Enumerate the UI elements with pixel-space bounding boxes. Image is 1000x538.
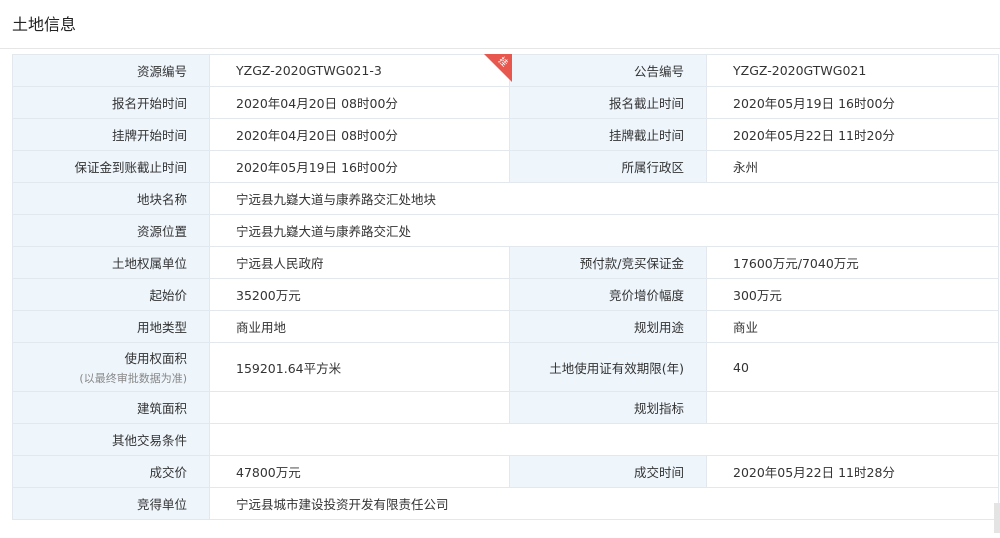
bid-increment-label: 竞价增价幅度 (509, 278, 707, 311)
table-row: 土地权属单位 宁远县人民政府 预付款/竞买保证金 17600万元/7040万元 (12, 246, 999, 279)
table-row: 其他交易条件 (12, 423, 999, 456)
table-row: 使用权面积 (以最终审批数据为准) 159201.64平方米 土地使用证有效期限… (12, 342, 999, 392)
table-row: 保证金到账截止时间 2020年05月19日 16时00分 所属行政区 永州 (12, 150, 999, 183)
land-info-table: 资源编号 YZGZ-2020GTWG021-3 公告编号 YZGZ-2020GT… (12, 54, 999, 520)
winner-value: 宁远县城市建设投资开发有限责任公司 (209, 487, 999, 520)
deal-time-label: 成交时间 (509, 455, 707, 488)
owner-unit-label: 土地权属单位 (12, 246, 210, 279)
table-row: 起始价 35200万元 竞价增价幅度 300万元 (12, 278, 999, 311)
page-title: 土地信息 (12, 15, 77, 34)
scrollbar-thumb[interactable] (994, 503, 1000, 533)
building-area-value (209, 391, 510, 424)
parcel-name-value: 宁远县九嶷大道与康养路交汇处地块 (209, 182, 999, 215)
signup-end-value: 2020年05月19日 16时00分 (706, 86, 999, 119)
resource-id-label: 资源编号 (12, 54, 210, 87)
start-price-label: 起始价 (12, 278, 210, 311)
table-row: 建筑面积 规划指标 (12, 391, 999, 424)
deposit-deadline-label: 保证金到账截止时间 (12, 150, 210, 183)
use-area-label: 使用权面积 (以最终审批数据为准) (12, 342, 210, 392)
planning-index-label: 规划指标 (509, 391, 707, 424)
signup-start-label: 报名开始时间 (12, 86, 210, 119)
deposit-deadline-value: 2020年05月19日 16时00分 (209, 150, 510, 183)
parcel-name-label: 地块名称 (12, 182, 210, 215)
district-label: 所属行政区 (509, 150, 707, 183)
deposit-amount-label: 预付款/竞买保证金 (509, 246, 707, 279)
building-area-label: 建筑面积 (12, 391, 210, 424)
owner-unit-value: 宁远县人民政府 (209, 246, 510, 279)
notice-id-value: YZGZ-2020GTWG021 (706, 54, 999, 87)
other-conditions-value (209, 423, 999, 456)
signup-end-label: 报名截止时间 (509, 86, 707, 119)
listing-corner-badge: 挂 (484, 54, 512, 82)
district-value: 永州 (706, 150, 999, 183)
deposit-amount-value: 17600万元/7040万元 (706, 246, 999, 279)
planned-use-value: 商业 (706, 310, 999, 343)
use-area-value: 159201.64平方米 (209, 342, 510, 392)
certificate-term-label: 土地使用证有效期限(年) (509, 342, 707, 392)
table-row: 资源位置 宁远县九嶷大道与康养路交汇处 (12, 214, 999, 247)
use-area-note: (以最终审批数据为准) (79, 372, 187, 385)
certificate-term-value: 40 (706, 342, 999, 392)
listing-start-label: 挂牌开始时间 (12, 118, 210, 151)
table-row: 地块名称 宁远县九嶷大道与康养路交汇处地块 (12, 182, 999, 215)
table-row: 报名开始时间 2020年04月20日 08时00分 报名截止时间 2020年05… (12, 86, 999, 119)
other-conditions-label: 其他交易条件 (12, 423, 210, 456)
signup-start-value: 2020年04月20日 08时00分 (209, 86, 510, 119)
planned-use-label: 规划用途 (509, 310, 707, 343)
deal-price-label: 成交价 (12, 455, 210, 488)
planning-index-value (706, 391, 999, 424)
land-type-value: 商业用地 (209, 310, 510, 343)
bid-increment-value: 300万元 (706, 278, 999, 311)
deal-price-value: 47800万元 (209, 455, 510, 488)
use-area-label-text: 使用权面积 (124, 351, 187, 366)
table-row: 竞得单位 宁远县城市建设投资开发有限责任公司 (12, 487, 999, 520)
winner-label: 竞得单位 (12, 487, 210, 520)
start-price-value: 35200万元 (209, 278, 510, 311)
land-type-label: 用地类型 (12, 310, 210, 343)
title-divider (0, 48, 1000, 49)
location-label: 资源位置 (12, 214, 210, 247)
location-value: 宁远县九嶷大道与康养路交汇处 (209, 214, 999, 247)
table-row: 用地类型 商业用地 规划用途 商业 (12, 310, 999, 343)
table-row: 挂牌开始时间 2020年04月20日 08时00分 挂牌截止时间 2020年05… (12, 118, 999, 151)
listing-end-value: 2020年05月22日 11时20分 (706, 118, 999, 151)
resource-id-value: YZGZ-2020GTWG021-3 (209, 54, 510, 87)
listing-start-value: 2020年04月20日 08时00分 (209, 118, 510, 151)
notice-id-label: 公告编号 (509, 54, 707, 87)
listing-end-label: 挂牌截止时间 (509, 118, 707, 151)
deal-time-value: 2020年05月22日 11时28分 (706, 455, 999, 488)
table-row: 成交价 47800万元 成交时间 2020年05月22日 11时28分 (12, 455, 999, 488)
